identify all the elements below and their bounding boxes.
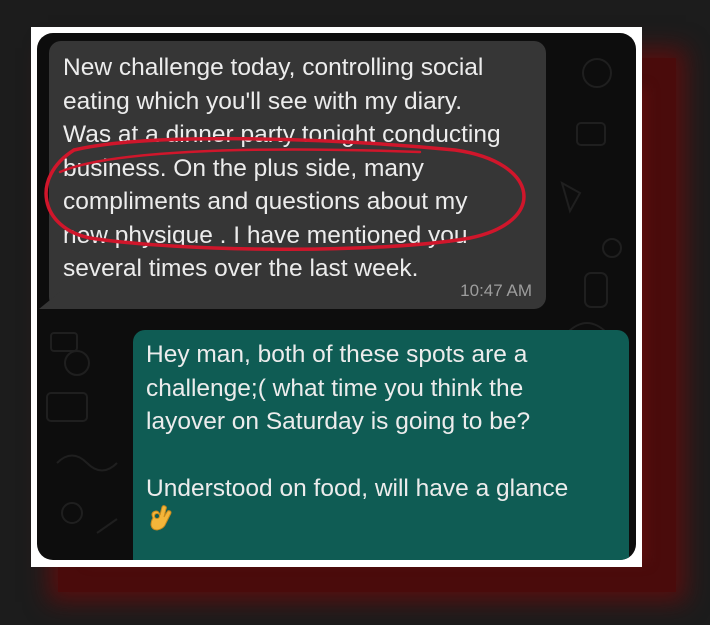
chat-pane[interactable]: New challenge today, controlling social …	[37, 33, 636, 560]
ok-hand-icon	[150, 505, 172, 531]
incoming-message-text: New challenge today, controlling social …	[63, 54, 501, 282]
message-timestamp: 10:47 AM	[460, 281, 532, 300]
incoming-message-bubble[interactable]: New challenge today, controlling social …	[49, 41, 546, 309]
outgoing-message-text: Hey man, both of these spots are a chall…	[146, 341, 569, 502]
outgoing-message-bubble[interactable]: Hey man, both of these spots are a chall…	[133, 330, 629, 560]
